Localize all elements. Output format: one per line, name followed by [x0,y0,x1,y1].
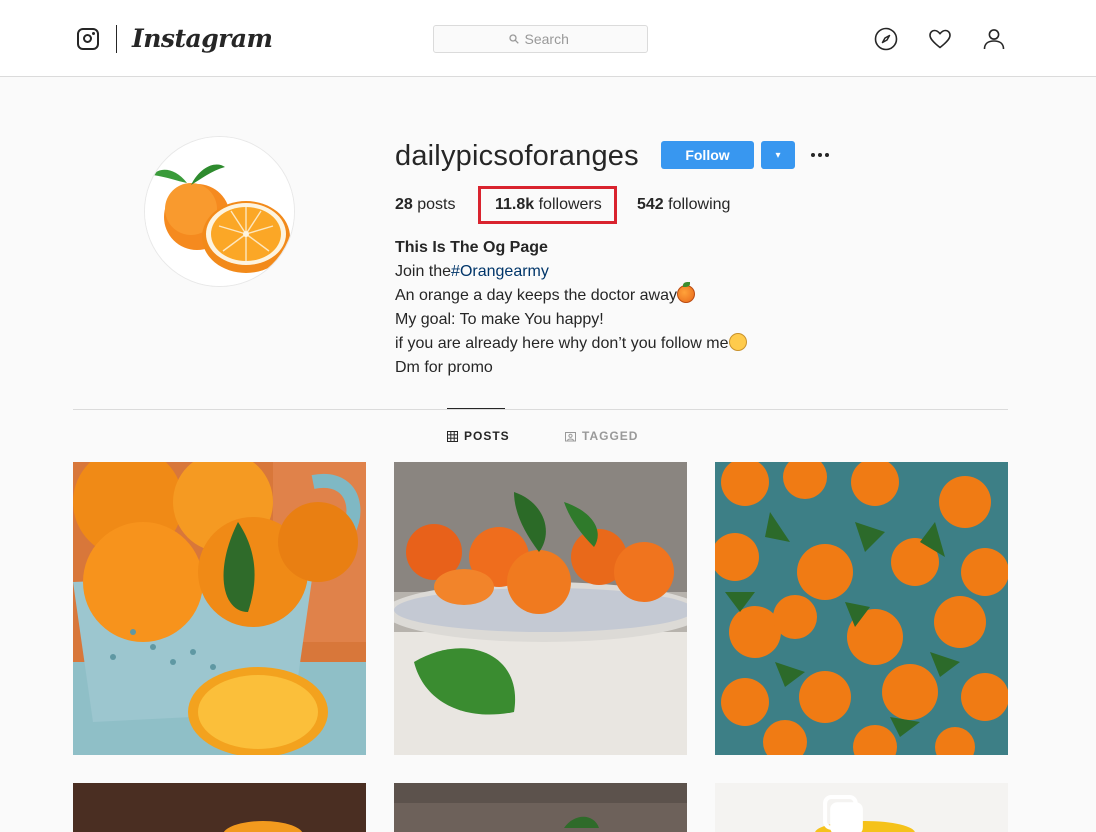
post-thumbnail[interactable] [73,462,366,755]
profile-username: dailypicsoforanges [395,140,639,172]
posts-label: posts [417,196,456,213]
posts-count-stat: 28 posts [395,196,456,214]
heart-icon[interactable] [928,27,952,51]
search-input[interactable] [524,31,573,47]
post-thumbnail[interactable] [73,783,366,832]
instagram-logo-icon[interactable] [77,28,99,50]
following-label: following [668,196,731,213]
orange-emoji-icon [676,282,695,303]
follow-button[interactable]: Follow [661,141,754,169]
hashtag-link[interactable]: #Orangearmy [451,263,549,280]
bio-line: Join the#Orangearmy [395,260,747,284]
followers-highlight-box [478,186,617,224]
post-thumbnail[interactable] [715,783,1008,832]
hugging-face-emoji-icon [728,333,747,351]
top-nav: Instagram [0,0,1096,77]
more-options-icon[interactable] [808,143,832,167]
profile-avatar[interactable] [144,136,295,287]
tab-posts[interactable]: POSTS [447,429,510,443]
multiple-photos-icon [823,795,863,832]
bio-line: An orange a day keeps the doctor away [395,282,747,308]
compass-icon[interactable] [874,27,898,51]
suggestions-dropdown-button[interactable]: ▾ [761,141,795,169]
grid-icon [447,430,458,442]
bio-text: Join the [395,263,452,280]
bio-line: Dm for promo [395,359,493,376]
tab-posts-label: POSTS [464,429,510,443]
instagram-wordmark[interactable]: Instagram [132,24,273,53]
search-icon [508,34,519,44]
user-icon[interactable] [982,27,1006,51]
tagged-icon [565,431,576,441]
following-link[interactable]: 542 following [637,196,730,214]
bio-text: if you are already here why don’t you fo… [395,335,729,352]
post-thumbnail[interactable] [715,462,1008,755]
tab-tagged[interactable]: TAGGED [565,429,638,443]
active-tab-indicator [447,408,505,409]
bio-line: if you are already here why don’t you fo… [395,332,747,356]
profile-bio: This Is The Og Page Join the#Orangearmy … [395,236,747,380]
post-thumbnail[interactable] [394,783,687,832]
tab-tagged-label: TAGGED [582,429,639,443]
following-count: 542 [637,196,664,213]
tabs-divider [73,409,1008,410]
bio-name: This Is The Og Page [395,239,548,256]
posts-count: 28 [395,196,413,213]
nav-divider [116,25,117,53]
post-thumbnail[interactable] [394,462,687,755]
search-box[interactable] [433,25,648,53]
bio-line: My goal: To make You happy! [395,311,604,328]
bio-text: An orange a day keeps the doctor away [395,287,677,304]
